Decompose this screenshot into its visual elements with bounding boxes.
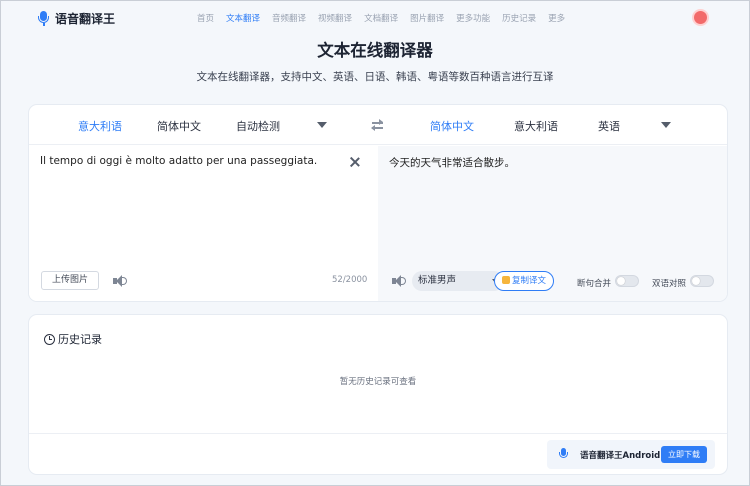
bilingual-compare-toggle[interactable]	[690, 275, 714, 287]
history-title-text: 历史记录	[58, 333, 102, 346]
voice-select-value: 标准男声	[418, 275, 457, 286]
source-lang-dropdown-icon[interactable]	[317, 122, 327, 128]
nav-audio-translate[interactable]: 音频翻译	[272, 12, 306, 24]
source-lang-auto[interactable]: 自动检测	[236, 118, 280, 134]
nav-text-translate[interactable]: 文本翻译	[226, 12, 260, 24]
swap-languages-icon[interactable]	[371, 118, 385, 132]
page-subtitle: 文本在线翻译器，支持中文、英语、日语、韩语、粤语等数百种语言进行互译	[196, 71, 554, 83]
target-lang-english[interactable]: 英语	[598, 118, 620, 134]
nav-home[interactable]: 首页	[197, 12, 214, 24]
translator-card: 意大利语 简体中文 自动检测 简体中文 意大利语 英语 Il tempo di …	[29, 105, 727, 301]
source-lang-chinese[interactable]: 简体中文	[157, 118, 201, 134]
language-bar: 意大利语 简体中文 自动检测 简体中文 意大利语 英语	[29, 105, 727, 145]
microphone-icon	[559, 448, 568, 461]
android-app-label: 语音翻译王Android	[580, 451, 661, 461]
nav-more[interactable]: 更多	[548, 12, 565, 24]
top-navigation-bar: 语音翻译王 首页 文本翻译 音频翻译 视频翻译 文档翻译 图片翻译 更多功能 历…	[1, 1, 749, 35]
target-lang-dropdown-icon[interactable]	[661, 122, 671, 128]
source-text-input[interactable]: Il tempo di oggi è molto adatto per una …	[40, 155, 317, 167]
merge-sentences-toggle[interactable]	[615, 275, 639, 287]
source-pane: Il tempo di oggi è molto adatto per una …	[29, 146, 378, 301]
logo[interactable]: 语音翻译王	[37, 10, 115, 27]
main-nav: 首页 文本翻译 音频翻译 视频翻译 文档翻译 图片翻译 更多功能 历史记录 更多	[197, 12, 577, 24]
app-download-bar: 语音翻译王Android 立即下载	[547, 440, 715, 469]
merge-sentences-label: 断句合并	[577, 279, 612, 289]
nav-more-features[interactable]: 更多功能	[456, 12, 490, 24]
history-empty-message: 暂无历史记录可查看	[339, 377, 417, 387]
source-lang-italian[interactable]: 意大利语	[78, 118, 122, 134]
copy-translation-button[interactable]: 复制译文	[494, 271, 554, 291]
download-now-button[interactable]: 立即下载	[661, 446, 707, 463]
divider	[29, 433, 727, 434]
logo-text: 语音翻译王	[55, 12, 116, 26]
nav-video-translate[interactable]: 视频翻译	[318, 12, 352, 24]
upload-image-button[interactable]: 上传图片	[41, 271, 100, 290]
clear-icon[interactable]	[349, 156, 361, 168]
char-count: 52/2000	[332, 275, 368, 285]
target-pane: 今天的天气非常适合散步。 标准男声 复制译文 断句合并 双语对照	[378, 146, 727, 301]
nav-history[interactable]: 历史记录	[502, 12, 536, 24]
voice-select[interactable]: 标准男声	[412, 271, 504, 291]
microphone-logo-icon	[37, 10, 50, 27]
bilingual-compare-label: 双语对照	[652, 279, 687, 289]
target-speaker-icon[interactable]	[392, 275, 406, 287]
copy-label: 复制译文	[511, 276, 546, 286]
user-avatar[interactable]	[692, 9, 709, 26]
target-lang-chinese[interactable]: 简体中文	[430, 118, 474, 134]
source-speaker-icon[interactable]	[113, 275, 127, 287]
translated-text: 今天的天气非常适合散步。	[389, 157, 515, 169]
history-clock-icon	[44, 333, 55, 345]
copy-icon	[501, 276, 510, 284]
nav-document-translate[interactable]: 文档翻译	[364, 12, 398, 24]
nav-image-translate[interactable]: 图片翻译	[410, 12, 444, 24]
page-title: 文本在线翻译器	[317, 41, 433, 60]
history-card: 历史记录 暂无历史记录可查看 语音翻译王Android 立即下载	[29, 315, 727, 474]
history-heading: 历史记录	[44, 331, 102, 347]
target-lang-italian[interactable]: 意大利语	[514, 118, 558, 134]
